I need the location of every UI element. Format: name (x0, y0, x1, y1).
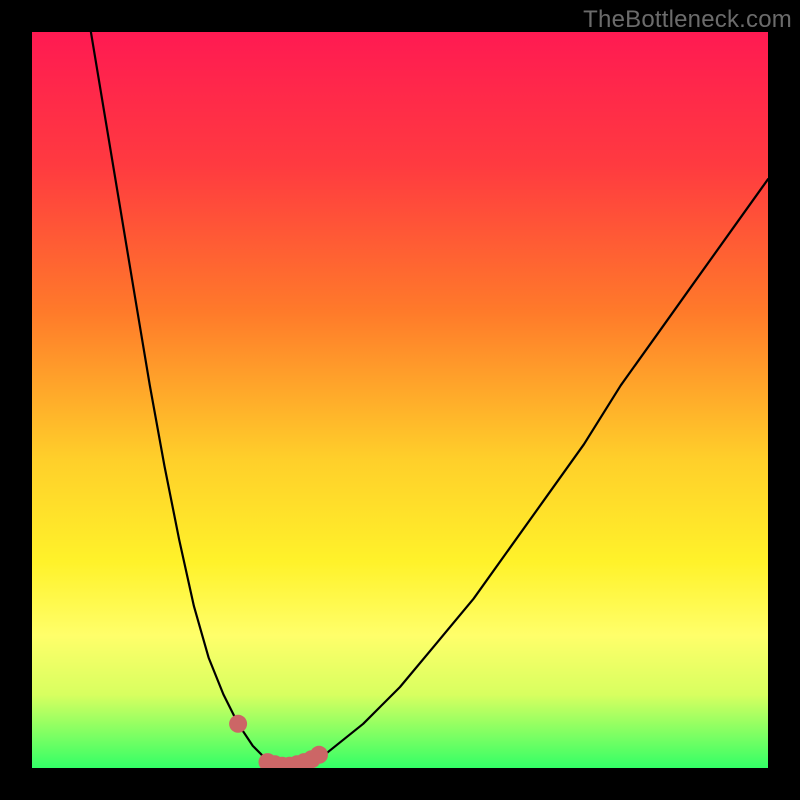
bottleneck-curve (91, 32, 768, 768)
watermark-text: TheBottleneck.com (583, 6, 792, 34)
data-point (229, 715, 247, 733)
plot-area (32, 32, 768, 768)
data-point (310, 746, 328, 764)
chart-svg (32, 32, 768, 768)
marker-group (229, 715, 328, 768)
chart-frame: TheBottleneck.com (0, 0, 800, 800)
